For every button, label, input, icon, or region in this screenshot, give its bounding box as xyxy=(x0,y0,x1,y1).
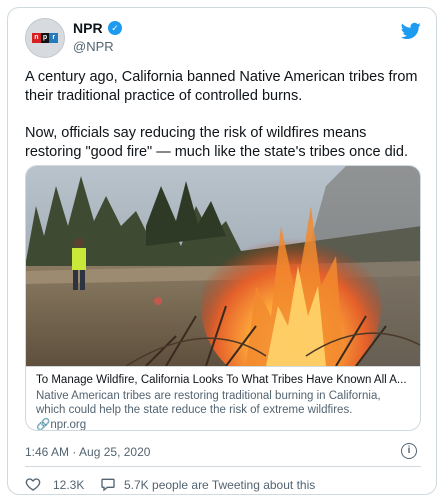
account-name[interactable]: NPR xyxy=(73,20,103,36)
tweet-paragraph-2: Now, officials say reducing the risk of … xyxy=(25,125,408,160)
account-handle[interactable]: @NPR xyxy=(73,39,114,54)
tweet-paragraph-1: A century ago, California banned Native … xyxy=(25,69,418,104)
verified-badge-icon: ✓ xyxy=(108,21,122,35)
like-count[interactable]: 12.3K xyxy=(53,478,84,492)
tweeting-count[interactable]: 5.7K people are Tweeting about this xyxy=(124,478,315,492)
link-preview-card[interactable]: To Manage Wildfire, California Looks To … xyxy=(25,165,421,431)
link-description: Native American tribes are restoring tra… xyxy=(36,390,381,416)
info-icon[interactable]: i xyxy=(401,443,417,459)
twitter-bird-icon[interactable] xyxy=(401,22,421,40)
tweet-body: A century ago, California banned Native … xyxy=(25,68,425,180)
divider xyxy=(25,466,421,467)
speech-bubble-icon[interactable] xyxy=(100,476,116,492)
link-icon: 🔗 xyxy=(36,419,51,431)
link-domain[interactable]: 🔗npr.org xyxy=(36,418,412,431)
avatar[interactable]: n p r xyxy=(25,18,65,58)
tweet-timestamp[interactable]: 1:46 AM · Aug 25, 2020 xyxy=(25,445,150,459)
tweet-actions: 12.3K 5.7K people are Tweeting about thi… xyxy=(25,476,421,494)
tweet-header: n p r NPR ✓ @NPR xyxy=(25,18,425,58)
heart-icon[interactable] xyxy=(25,476,41,492)
tweet-card[interactable]: n p r NPR ✓ @NPR A century ago, Californ… xyxy=(7,7,437,495)
tweet-meta: 1:46 AM · Aug 25, 2020 i xyxy=(25,443,421,459)
link-meta[interactable]: To Manage Wildfire, California Looks To … xyxy=(26,366,420,431)
link-title[interactable]: To Manage Wildfire, California Looks To … xyxy=(36,373,412,388)
wildfire-photo[interactable] xyxy=(26,166,421,366)
npr-logo: n p r xyxy=(32,33,59,43)
